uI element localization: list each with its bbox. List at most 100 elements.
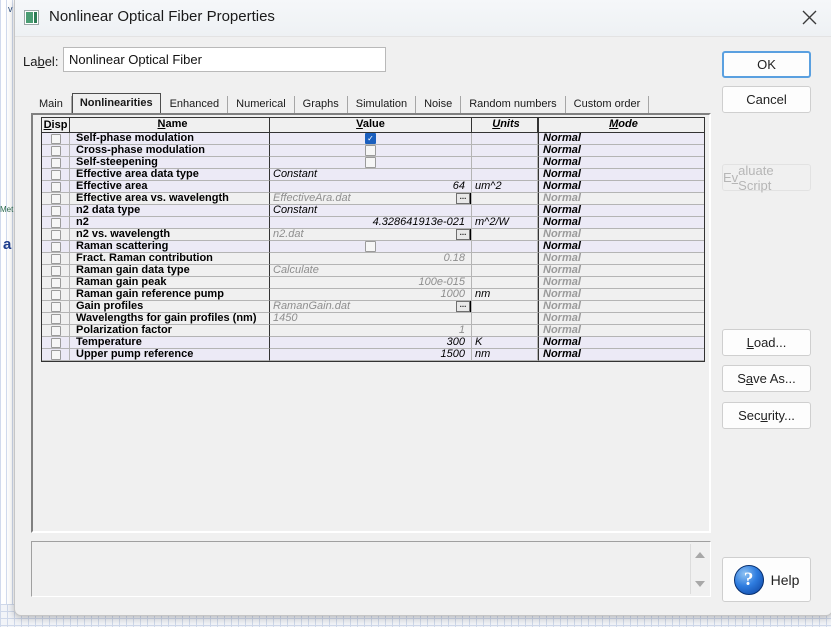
row-value-cell[interactable] [270, 241, 472, 253]
security-button[interactable]: Sec u rity... [722, 402, 811, 429]
tab-graphs[interactable]: Graphs [294, 96, 348, 113]
row-mode-cell[interactable]: Normal [538, 193, 704, 205]
disp-checkbox[interactable] [50, 229, 61, 240]
table-row[interactable]: Wavelengths for gain profiles (nm) 1450 No… [42, 313, 704, 325]
column-header-disp[interactable]: Disp [42, 118, 70, 132]
row-mode-cell[interactable]: Normal [538, 145, 704, 157]
tab-custom-order[interactable]: Custom order [565, 96, 650, 113]
row-value-cell[interactable]: 0.18 [270, 253, 472, 265]
save-as-button[interactable]: Sa ve As... [722, 365, 811, 392]
row-value-cell[interactable]: 100e-015 [270, 277, 472, 289]
table-row[interactable]: n2 4.328641913e-021 m^2/W Normal [42, 217, 704, 229]
table-row[interactable]: Gain profiles RamanGain.dat... Normal [42, 301, 704, 313]
row-value-cell[interactable]: RamanGain.dat... [270, 301, 472, 313]
column-header-units[interactable]: Units [472, 118, 538, 132]
tab-nonlinearities[interactable]: Nonlinearities [71, 93, 161, 113]
row-mode-cell[interactable]: Normal [538, 265, 704, 277]
vertical-scrollbar[interactable] [690, 544, 708, 594]
column-header-name[interactable]: Name [70, 118, 270, 132]
disp-checkbox[interactable] [50, 337, 61, 348]
table-row[interactable]: Raman gain peak 100e-015 Normal [42, 277, 704, 289]
row-mode-cell[interactable]: Normal [538, 337, 704, 349]
row-mode-cell[interactable]: Normal [538, 241, 704, 253]
disp-checkbox[interactable] [50, 241, 61, 252]
value-checkbox[interactable] [365, 157, 376, 168]
row-value-cell[interactable]: 64 [270, 181, 472, 193]
row-value-cell[interactable]: 300 [270, 337, 472, 349]
disp-checkbox[interactable] [50, 325, 61, 336]
table-row[interactable]: n2 data type Constant Normal [42, 205, 704, 217]
column-header-value[interactable]: Value [270, 118, 472, 132]
scroll-down-arrow-icon[interactable] [691, 575, 708, 592]
disp-checkbox[interactable] [50, 145, 61, 156]
row-mode-cell[interactable]: Normal [538, 277, 704, 289]
row-value-cell[interactable]: Calculate [270, 265, 472, 277]
row-value-cell[interactable] [270, 145, 472, 157]
row-value-cell[interactable]: Constant [270, 169, 472, 181]
column-header-mode[interactable]: Mode [538, 118, 704, 132]
row-mode-cell[interactable]: Normal [538, 325, 704, 337]
row-mode-cell[interactable]: Normal [538, 133, 704, 145]
table-row[interactable]: n2 vs. wavelength n2.dat... Normal [42, 229, 704, 241]
table-row[interactable]: Raman scattering Normal [42, 241, 704, 253]
row-mode-cell[interactable]: Normal [538, 217, 704, 229]
value-checkbox[interactable] [365, 145, 376, 156]
row-mode-cell[interactable]: Normal [538, 253, 704, 265]
table-row[interactable]: Raman gain data type Calculate Normal [42, 265, 704, 277]
row-mode-cell[interactable]: Normal [538, 349, 704, 361]
disp-checkbox[interactable] [50, 289, 61, 300]
table-row[interactable]: Self-steepening Normal [42, 157, 704, 169]
value-checkbox[interactable] [365, 241, 376, 252]
disp-checkbox[interactable] [50, 157, 61, 168]
table-row[interactable]: Cross-phase modulation Normal [42, 145, 704, 157]
disp-checkbox[interactable] [50, 313, 61, 324]
disp-checkbox[interactable] [50, 193, 61, 204]
row-value-cell[interactable]: 1450 [270, 313, 472, 325]
disp-checkbox[interactable] [50, 217, 61, 228]
row-value-cell[interactable]: 4.328641913e-021 [270, 217, 472, 229]
disp-checkbox[interactable] [50, 133, 61, 144]
close-icon[interactable] [786, 0, 831, 35]
table-row[interactable]: Temperature 300 K Normal [42, 337, 704, 349]
disp-checkbox[interactable] [50, 253, 61, 264]
row-mode-cell[interactable]: Normal [538, 169, 704, 181]
table-row[interactable]: Fract. Raman contribution 0.18 Normal [42, 253, 704, 265]
cancel-button[interactable]: Cancel [722, 86, 811, 113]
browse-ellipsis-button[interactable]: ... [456, 193, 470, 204]
tab-random-numbers[interactable]: Random numbers [461, 96, 566, 113]
ok-button[interactable]: OK [722, 51, 811, 78]
scroll-up-arrow-icon[interactable] [691, 546, 708, 563]
tab-noise[interactable]: Noise [416, 96, 462, 113]
row-value-cell[interactable]: n2.dat... [270, 229, 472, 241]
value-checkbox[interactable] [365, 133, 376, 144]
row-value-cell[interactable] [270, 157, 472, 169]
row-value-cell[interactable] [270, 133, 472, 145]
disp-checkbox[interactable] [50, 277, 61, 288]
tab-numerical[interactable]: Numerical [228, 96, 295, 113]
table-row[interactable]: Effective area 64 um^2 Normal [42, 181, 704, 193]
row-mode-cell[interactable]: Normal [538, 205, 704, 217]
row-value-cell[interactable]: 1 [270, 325, 472, 337]
load-button[interactable]: Load... [722, 329, 811, 356]
row-mode-cell[interactable]: Normal [538, 229, 704, 241]
row-mode-cell[interactable]: Normal [538, 181, 704, 193]
table-row[interactable]: Self-phase modulation Normal [42, 133, 704, 145]
row-mode-cell[interactable]: Normal [538, 301, 704, 313]
tab-simulation[interactable]: Simulation [347, 96, 417, 113]
disp-checkbox[interactable] [50, 301, 61, 312]
help-button[interactable]: ? Help [722, 557, 811, 602]
row-value-cell[interactable]: 1500 [270, 349, 472, 361]
disp-checkbox[interactable] [50, 181, 61, 192]
row-mode-cell[interactable]: Normal [538, 313, 704, 325]
browse-ellipsis-button[interactable]: ... [456, 301, 470, 312]
disp-checkbox[interactable] [50, 265, 61, 276]
label-input[interactable] [63, 47, 386, 72]
browse-ellipsis-button[interactable]: ... [456, 229, 470, 240]
tab-main[interactable]: Main [31, 96, 72, 113]
tab-enhanced[interactable]: Enhanced [161, 96, 229, 113]
table-row[interactable]: Raman gain reference pump 1000 nm Normal [42, 289, 704, 301]
row-mode-cell[interactable]: Normal [538, 157, 704, 169]
disp-checkbox[interactable] [50, 205, 61, 216]
row-mode-cell[interactable]: Normal [538, 289, 704, 301]
table-row[interactable]: Effective area data type Constant Normal [42, 169, 704, 181]
